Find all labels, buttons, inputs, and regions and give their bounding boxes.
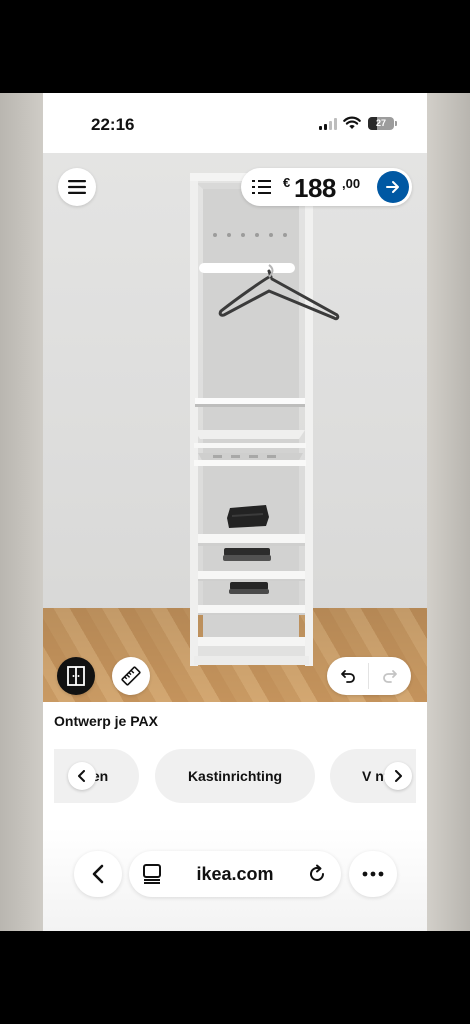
background-left-edge: [0, 93, 43, 931]
status-time: 22:16: [91, 115, 135, 134]
status-bar: 22:16 27: [43, 93, 427, 153]
battery-level: 27: [375, 118, 386, 128]
address-bar[interactable]: ikea.com: [129, 851, 341, 897]
carousel-next-button[interactable]: [384, 762, 412, 790]
chip-previous-category[interactable]: dg en: [54, 749, 139, 803]
undo-icon: [341, 670, 355, 683]
hamburger-menu-icon: [68, 180, 86, 194]
browser-toolbar: ikea.com: [43, 828, 427, 931]
wifi-icon: [343, 116, 361, 129]
wardrobe-3d-viewport[interactable]: € 188 ,00: [43, 153, 427, 702]
toggle-doors-button[interactable]: [57, 657, 95, 695]
reload-icon[interactable]: [307, 864, 327, 884]
wardrobe-doors-icon: [67, 666, 85, 686]
cellular-signal-icon: [319, 118, 337, 130]
chevron-left-icon: [92, 864, 104, 884]
chevron-left-icon: [78, 770, 85, 782]
price-amount: 188: [294, 173, 336, 203]
price-decimals: ,00: [342, 176, 361, 191]
background-right-edge: [427, 93, 470, 931]
browser-back-button[interactable]: [74, 851, 122, 897]
ruler-icon: [121, 666, 141, 686]
undo-redo-controls: [327, 657, 411, 695]
more-options-button[interactable]: [349, 851, 397, 897]
chip-label: Kastinrichting: [187, 768, 283, 784]
arrow-right-icon: [386, 181, 399, 193]
pax-wardrobe-model[interactable]: [43, 153, 427, 702]
menu-button[interactable]: [58, 168, 96, 206]
price-currency: €: [283, 175, 291, 190]
carousel-prev-button[interactable]: [68, 762, 96, 790]
undo-button[interactable]: [327, 657, 369, 695]
category-chip-carousel: dg en Kastinrichting V nt: [54, 749, 416, 805]
chevron-right-icon: [395, 770, 402, 782]
design-title: Ontwerp je PAX: [54, 713, 158, 729]
phone-screen: 22:16 27 € 188 ,00 Ontwerp je PAX en Kas…: [43, 93, 427, 931]
numbered-list-icon: [252, 180, 271, 194]
measurements-button[interactable]: [112, 657, 150, 695]
battery-icon: 27: [368, 117, 397, 130]
redo-icon: [383, 670, 397, 683]
chip-kastinrichting[interactable]: Kastinrichting: [155, 749, 315, 803]
price-summary[interactable]: € 188 ,00: [241, 168, 412, 206]
go-to-cart-button[interactable]: [377, 171, 409, 203]
redo-button[interactable]: [369, 657, 411, 695]
more-icon: [362, 871, 384, 877]
